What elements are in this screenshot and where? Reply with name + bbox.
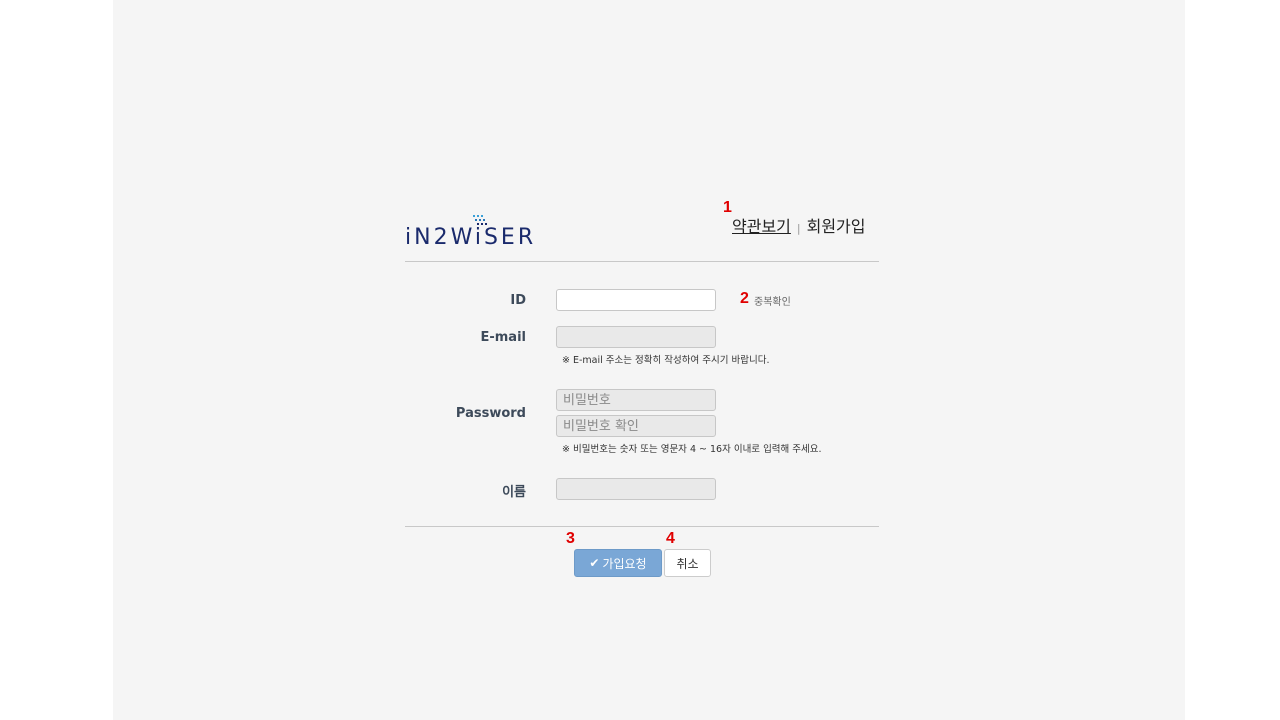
password-confirm-input[interactable] [556,415,716,437]
cancel-label: 취소 [676,556,699,571]
email-note: ※ E-mail 주소는 정확히 작성하여 주시기 바랍니다. [562,355,770,366]
signup-request-button[interactable]: ✔ 가입요청 [574,549,662,577]
top-links: 약관보기 | 회원가입 [732,213,866,237]
terms-link[interactable]: 약관보기 [732,217,791,236]
marker-1: 1 [723,199,732,216]
marker-2: 2 [740,290,749,307]
signup-link[interactable]: 회원가입 [807,217,866,236]
name-input[interactable] [556,478,716,500]
password-input[interactable] [556,389,716,411]
footer-divider [405,526,879,527]
logo-text: iN2WiSER [405,225,537,250]
check-icon: ✔ [589,556,600,570]
brand-logo: iN2WiSER [405,215,555,251]
id-label: ID [510,293,526,308]
password-note: ※ 비밀번호는 숫자 또는 영문자 4 ~ 16자 이내로 입력해 주세요. [562,444,822,455]
password-label: Password [455,406,526,421]
marker-4: 4 [666,530,675,547]
header-divider [405,261,879,262]
marker-3: 3 [566,530,575,547]
name-label: 이름 [502,485,526,500]
duplicate-check-button[interactable]: 중복확인 [754,293,791,308]
email-label: E-mail [480,330,526,345]
signup-request-label: 가입요청 [602,556,647,571]
cancel-button[interactable]: 취소 [664,549,711,577]
id-input[interactable] [556,289,716,311]
link-separator: | [796,222,801,235]
email-input[interactable] [556,326,716,348]
